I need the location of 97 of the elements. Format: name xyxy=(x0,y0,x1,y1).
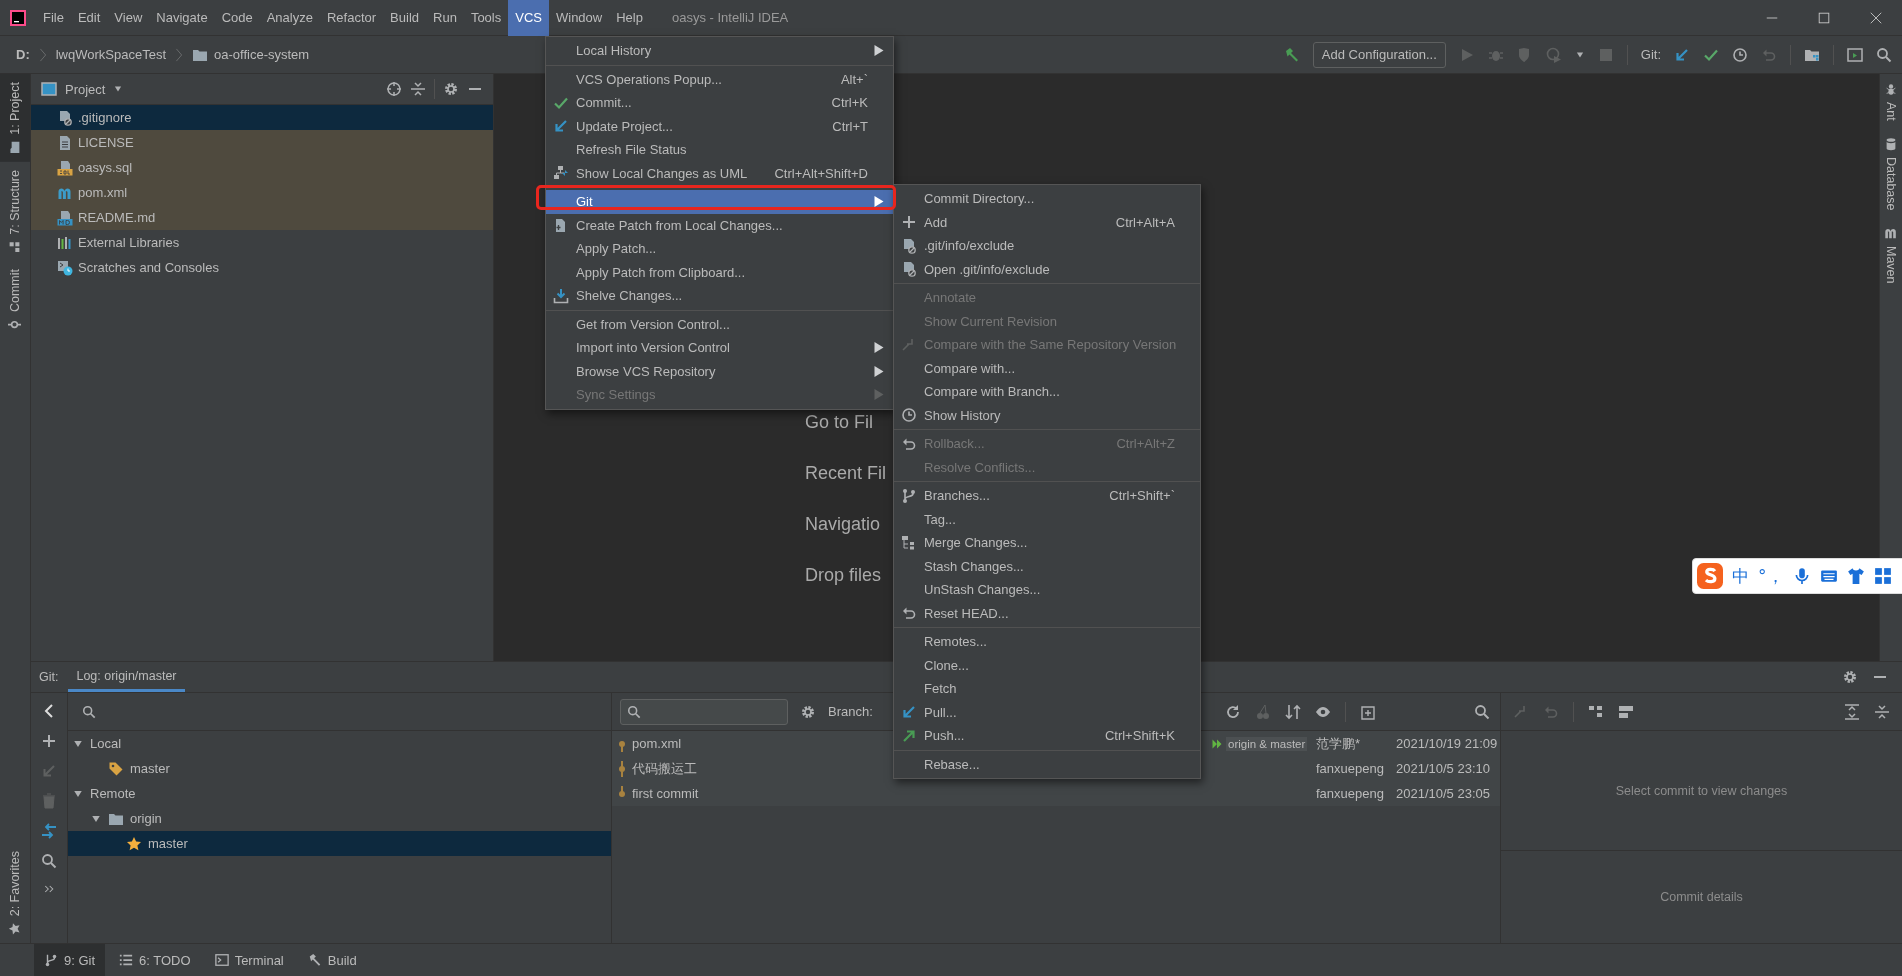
empty-hint: Select commit to view changes xyxy=(1615,783,1788,798)
file-tree-item[interactable]: pom.xml xyxy=(31,180,493,205)
menu-item[interactable]: Get from Version Control... xyxy=(546,312,893,336)
menu-item[interactable]: Browse VCS Repository xyxy=(546,359,893,383)
menu-item[interactable]: UnStash Changes... xyxy=(894,578,1200,602)
editor-hint: Recent Fil xyxy=(805,463,887,484)
menu-bar-item[interactable]: Window xyxy=(548,0,610,36)
commit-date: 2021/10/5 23:10 xyxy=(1396,761,1490,776)
branch-tree-row[interactable]: origin xyxy=(68,806,611,831)
menu-item[interactable]: Reset HEAD... xyxy=(894,601,1200,625)
tool-window-tab[interactable]: 1: Project xyxy=(0,74,30,162)
add-configuration-button[interactable]: Add Configuration... xyxy=(1312,41,1446,68)
branch-filter[interactable]: Branch: xyxy=(828,704,873,719)
tool-window-button[interactable]: 6: TODO xyxy=(109,944,201,976)
commit-subject: pom.xml xyxy=(632,736,682,751)
menu-item[interactable]: .git/info/exclude xyxy=(894,234,1200,258)
file-tree-item[interactable]: LICENSE xyxy=(31,130,493,155)
tool-window-tab[interactable]: Database xyxy=(1884,128,1898,219)
branch-tree-row[interactable]: master xyxy=(68,831,611,856)
menu-item[interactable]: VCS Operations Popup... Alt+` xyxy=(546,67,893,91)
commit-subject: 代码搬运工 xyxy=(632,760,697,776)
menu-bar-item[interactable]: Refactor xyxy=(319,0,384,36)
menu-item[interactable]: Compare with Branch... xyxy=(894,380,1200,404)
commit-date: 2021/10/5 23:05 xyxy=(1396,786,1490,801)
menu-item[interactable]: Stash Changes... xyxy=(894,554,1200,578)
editor-hint: Drop files xyxy=(805,565,882,586)
menu-item[interactable]: Fetch xyxy=(894,677,1200,701)
tool-window-tab[interactable]: Commit xyxy=(0,261,30,340)
tool-window-button[interactable]: 9: Git xyxy=(34,944,106,976)
editor-hint: Go to Fil xyxy=(805,412,874,433)
panel-title: Git: xyxy=(39,670,59,684)
menu-item[interactable]: Remotes... xyxy=(894,630,1200,654)
breadcrumb[interactable]: oa-office-system xyxy=(192,46,310,63)
tool-window-button[interactable]: Terminal xyxy=(204,944,294,976)
commit-date: 2021/10/19 21:09 xyxy=(1396,736,1498,751)
file-tree-item[interactable]: .gitignore xyxy=(31,105,493,130)
git-label: Git: xyxy=(1640,47,1661,62)
menu-bar-item[interactable]: Code xyxy=(214,0,260,36)
commit-author: 范学鹏* xyxy=(1316,735,1361,751)
editor-hint: Navigatio xyxy=(805,514,881,535)
tool-window-tab[interactable]: Maven xyxy=(1884,218,1898,292)
file-tree-item[interactable]: README.md xyxy=(31,205,493,230)
menu-item[interactable]: Apply Patch from Clipboard... xyxy=(546,260,893,284)
menu-item[interactable]: Pull... xyxy=(894,700,1200,724)
tool-window-tab[interactable]: 2: Favorites xyxy=(0,842,30,943)
panel-tab[interactable]: Log: origin/master xyxy=(68,662,185,692)
panel-title[interactable]: Project xyxy=(65,81,106,97)
menu-item[interactable]: Merge Changes... xyxy=(894,531,1200,555)
commit-author: fanxuepeng xyxy=(1316,761,1384,776)
menu-item[interactable]: Rebase... xyxy=(894,752,1200,776)
menu-bar-item[interactable]: View xyxy=(107,0,150,36)
breadcrumb[interactable]: lwqWorkSpaceTest xyxy=(55,47,167,62)
menu-item[interactable]: Update Project... Ctrl+T xyxy=(546,114,893,138)
menu-bar-item[interactable]: Build xyxy=(383,0,426,36)
branch-tree-row[interactable]: master xyxy=(68,756,611,781)
menu-item[interactable]: Commit Directory... xyxy=(894,187,1200,211)
menu-item[interactable]: Import into Version Control xyxy=(546,336,893,360)
menu-item[interactable]: Local History xyxy=(546,39,893,63)
menu-item[interactable]: Create Patch from Local Changes... xyxy=(546,213,893,237)
tool-window-button[interactable]: Build xyxy=(297,944,367,976)
input-mode[interactable]: 中 xyxy=(1732,564,1749,588)
window-title: oasys - IntelliJ IDEA xyxy=(671,10,789,25)
menu-bar-item[interactable]: Tools xyxy=(463,0,509,36)
menu-bar-item[interactable]: Analyze xyxy=(259,0,320,36)
tool-window-tab[interactable]: 7: Structure xyxy=(0,161,30,262)
branch-label: origin & master xyxy=(1226,736,1308,751)
menu-item[interactable]: Branches... Ctrl+Shift+` xyxy=(894,484,1200,508)
branch-tree-row[interactable]: Local xyxy=(68,731,611,756)
menu-item[interactable]: Refresh File Status xyxy=(546,138,893,162)
menu-bar-item[interactable]: File xyxy=(36,0,71,36)
menu-item[interactable]: Clone... xyxy=(894,653,1200,677)
menu-bar-item[interactable]: VCS xyxy=(508,0,549,36)
menu-item[interactable]: Add Ctrl+Alt+A xyxy=(894,210,1200,234)
commit-subject: first commit xyxy=(632,786,699,801)
empty-hint: Commit details xyxy=(1660,890,1743,905)
punctuation-mode[interactable]: °， xyxy=(1758,564,1784,588)
menu-bar-item[interactable]: Edit xyxy=(70,0,108,36)
file-tree-item[interactable]: oasys.sql xyxy=(31,155,493,180)
menu-item[interactable]: Tag... xyxy=(894,507,1200,531)
commit-author: fanxuepeng xyxy=(1316,786,1384,801)
file-tree-item[interactable]: External Libraries xyxy=(31,230,493,255)
menu-item[interactable]: Commit... Ctrl+K xyxy=(546,91,893,115)
menu-bar-item[interactable]: Run xyxy=(426,0,464,36)
menu-item[interactable]: Show Local Changes as UML Ctrl+Alt+Shift+D xyxy=(546,161,893,185)
menu-item[interactable]: Compare with... xyxy=(894,356,1200,380)
tool-window-tab[interactable]: Ant xyxy=(1884,74,1898,129)
menu-item[interactable]: Show History xyxy=(894,403,1200,427)
menu-bar-item[interactable]: Navigate xyxy=(149,0,215,36)
menu-item[interactable]: Git xyxy=(546,190,893,214)
menu-item[interactable]: Open .git/info/exclude xyxy=(894,257,1200,281)
menu-item[interactable]: Shelve Changes... xyxy=(546,284,893,308)
file-tree-item[interactable]: Scratches and Consoles xyxy=(31,255,493,280)
menu-item[interactable]: Push... Ctrl+Shift+K xyxy=(894,724,1200,748)
branch-tree-row[interactable]: Remote xyxy=(68,781,611,806)
breadcrumb[interactable]: D: xyxy=(16,47,30,62)
menu-item[interactable]: Apply Patch... xyxy=(546,237,893,261)
menu-bar-item[interactable]: Help xyxy=(609,0,650,36)
